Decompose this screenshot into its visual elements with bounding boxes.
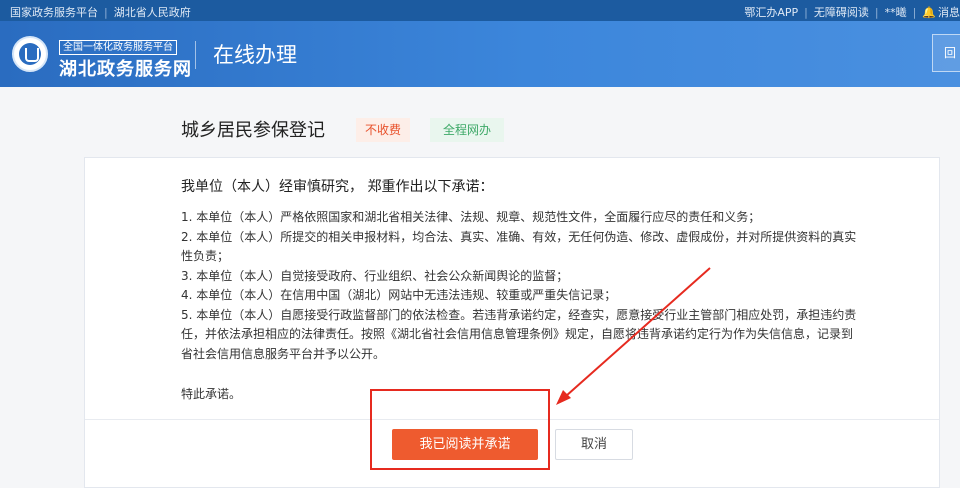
- section-title: 在线办理: [213, 43, 297, 67]
- logo-emblem-icon[interactable]: [12, 36, 48, 72]
- header-corner-button[interactable]: 回: [932, 34, 960, 72]
- link-national-platform[interactable]: 国家政务服务平台: [10, 6, 98, 19]
- page-title: 城乡居民参保登记: [181, 120, 325, 141]
- pledge-item: 4. 本单位（本人）在信用中国（湖北）网站中无违法违规、较重或严重失信记录；: [181, 288, 617, 302]
- divider: |: [912, 6, 917, 19]
- pledge-item: 2. 本单位（本人）所提交的相关申报材料，均合法、真实、准确、有效，无任何伪造、…: [181, 229, 857, 264]
- top-utility-bar: 国家政务服务平台 | 湖北省人民政府 鄂汇办APP | 无障碍阅读 | **曦 | 🔔 消息: [0, 0, 960, 21]
- divider: |: [804, 6, 808, 19]
- cancel-button[interactable]: 取消: [555, 429, 633, 460]
- annotation-highlight-box: [370, 389, 550, 470]
- pledge-closing: 特此承诺。: [181, 387, 242, 401]
- site-header: 全国一体化政务服务平台 湖北政务服务网 在线办理 回: [0, 21, 960, 87]
- topbar-right-links: 鄂汇办APP | 无障碍阅读 | **曦 | 🔔 消息: [744, 4, 960, 20]
- pledge-item: 5. 本单位（本人）自愿接受行政监督部门的依法检查。若违背承诺约定，经查实，愿意…: [181, 307, 857, 361]
- tag-fully-online: 全程网办: [430, 118, 504, 142]
- tag-no-fee: 不收费: [356, 118, 410, 142]
- pledge-item: 1. 本单位（本人）严格依照国家和湖北省相关法律、法规、规章、规范性文件，全面履…: [181, 210, 761, 224]
- logo-subtitle: 全国一体化政务服务平台: [59, 40, 177, 55]
- link-hubei-government[interactable]: 湖北省人民政府: [114, 6, 191, 19]
- bell-icon[interactable]: 🔔: [922, 6, 936, 19]
- pledge-heading: 我单位（本人）经审慎研究， 郑重作出以下承诺：: [181, 179, 494, 195]
- topbar-left-links: 国家政务服务平台 | 湖北省人民政府: [10, 4, 191, 20]
- pledge-item: 3. 本单位（本人）自觉接受政府、行业组织、社会公众新闻舆论的监督；: [181, 268, 569, 283]
- logo-title[interactable]: 湖北政务服务网: [59, 55, 192, 81]
- divider: |: [874, 6, 879, 19]
- pledge-body: 1. 本单位（本人）严格依照国家和湖北省相关法律、法规、规章、规范性文件，全面履…: [181, 208, 861, 364]
- header-divider: [195, 41, 196, 69]
- divider: |: [104, 6, 108, 19]
- user-name[interactable]: **曦: [885, 6, 907, 19]
- link-messages[interactable]: 消息: [938, 6, 960, 19]
- link-accessibility[interactable]: 无障碍阅读: [814, 6, 869, 19]
- link-app[interactable]: 鄂汇办APP: [744, 6, 798, 19]
